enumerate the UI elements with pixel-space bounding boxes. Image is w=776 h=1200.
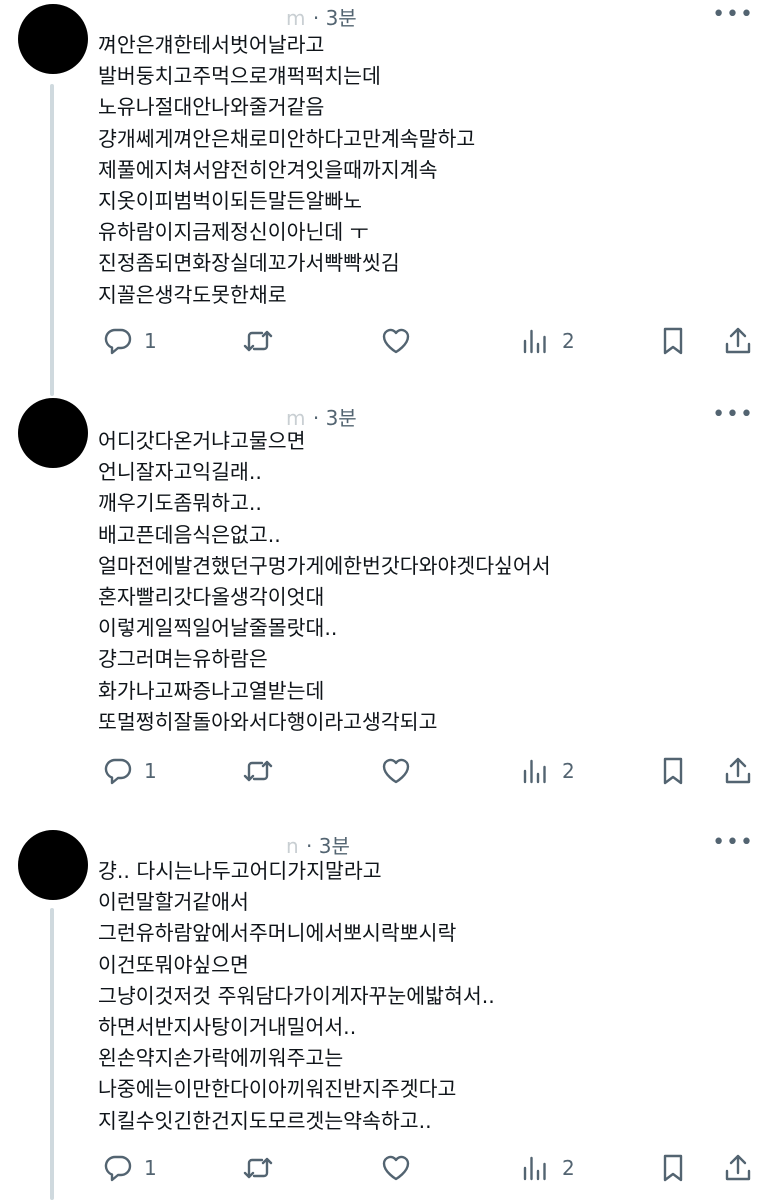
text-line: 언니잘자고익길래.. xyxy=(98,460,262,485)
text-line: 나중에는이만한다이아끼워진반지주겟다고 xyxy=(98,1077,457,1102)
like-button[interactable] xyxy=(380,751,412,791)
text-line: 걍그러며는유하람은 xyxy=(98,647,268,672)
share-icon xyxy=(725,327,751,354)
share-button[interactable] xyxy=(722,321,754,361)
heart-icon xyxy=(382,328,410,354)
handle[interactable]: n xyxy=(286,834,300,858)
like-button[interactable] xyxy=(380,1148,412,1188)
repost-button[interactable] xyxy=(242,1148,274,1188)
bookmark-button[interactable] xyxy=(657,1148,689,1188)
text-line: 어디갓다온거냐고물으면 xyxy=(98,429,306,453)
reply-count: 1 xyxy=(144,329,157,353)
reply-icon xyxy=(104,758,132,785)
text-line: 이런말할거같애서 xyxy=(98,890,249,915)
share-button[interactable] xyxy=(722,1148,754,1188)
text-line: 진정좀되면화장실데꼬가서빡빡씻김 xyxy=(98,251,400,276)
text-line: 그런유하람앞에서주머니에서뽀시락뽀시락 xyxy=(98,921,457,946)
reply-count: 1 xyxy=(144,1156,157,1180)
text-line: 지킬수잇긴한건지도모르겟는약속하고.. xyxy=(98,1108,432,1133)
views-count: 2 xyxy=(562,759,575,783)
repost-icon xyxy=(243,760,273,782)
more-icon[interactable]: ••• xyxy=(712,832,754,854)
bookmark-button[interactable] xyxy=(657,751,689,791)
action-bar: 1 2 xyxy=(0,1148,776,1188)
views-icon xyxy=(523,329,546,354)
text-line: 발버둥치고주먹으로걔퍽퍽치는데 xyxy=(98,64,381,89)
text-line: 얼마전에발견했던구멍가게에한번갓다와야겟다싶어서 xyxy=(98,553,551,578)
text-line: 배고픈데음식은없고.. xyxy=(98,522,281,547)
views-icon xyxy=(523,759,546,784)
heart-icon xyxy=(382,1155,410,1181)
avatar[interactable] xyxy=(18,830,88,900)
like-button[interactable] xyxy=(380,321,412,361)
views-icon xyxy=(523,1156,546,1181)
repost-button[interactable] xyxy=(242,751,274,791)
views-button[interactable]: 2 xyxy=(520,1148,575,1188)
text-line: 걍개쎄게껴안은채로미안하다고만계속말하고 xyxy=(98,126,476,151)
reply-count: 1 xyxy=(144,759,157,783)
bookmark-icon xyxy=(663,327,683,355)
views-count: 2 xyxy=(562,1156,575,1180)
text-line: 그냥이것저것 주워담다가이게자꾸눈에밟혀서.. xyxy=(98,983,495,1008)
text-line: 노유나절대안나와줄거같음 xyxy=(98,95,325,120)
views-count: 2 xyxy=(562,329,575,353)
text-line: 이렇게일찍일어날줄몰랏대.. xyxy=(98,616,338,641)
reply-icon xyxy=(104,328,132,355)
share-icon xyxy=(725,757,751,784)
reply-button[interactable]: 1 xyxy=(102,751,157,791)
share-icon xyxy=(725,1154,751,1181)
text-line: 왼손약지손가락에끼워주고는 xyxy=(98,1046,344,1071)
repost-icon xyxy=(243,1157,273,1179)
text-line: 혼자빨리갓다올생각이엇대 xyxy=(98,584,325,609)
repost-icon xyxy=(243,330,273,352)
bookmark-button[interactable] xyxy=(657,321,689,361)
text-line: 유하람이지금제정신이아닌데 ㅜ xyxy=(98,220,369,245)
share-button[interactable] xyxy=(722,751,754,791)
action-bar: 1 2 xyxy=(0,751,776,791)
timestamp[interactable]: 3분 xyxy=(326,6,357,30)
text-line: 걍.. 다시는나두고어디가지말라고 xyxy=(98,859,382,883)
post-text: 껴안은걔한테서벗어날라고 발버둥치고주먹으로걔퍽퍽치는데 노유나절대안나와줄거같… xyxy=(98,30,475,311)
avatar[interactable] xyxy=(18,4,88,74)
post-2[interactable]: m · 3분 ••• 어디갓다온거냐고물으면 언니잘자고익길래.. 깨우기도좀뭐… xyxy=(0,398,776,820)
text-line: 지옷이피범벅이되든말든알빠노 xyxy=(98,188,363,213)
action-bar: 1 2 xyxy=(0,321,776,361)
text-line: 지꼴은생각도못한채로 xyxy=(98,282,287,307)
text-line: 깨우기도좀뭐하고.. xyxy=(98,491,262,516)
avatar[interactable] xyxy=(18,398,88,468)
reply-icon xyxy=(104,1155,132,1182)
views-button[interactable]: 2 xyxy=(520,321,575,361)
timestamp[interactable]: 3분 xyxy=(319,834,350,858)
text-line: 화가나고짜증나고열받는데 xyxy=(98,678,325,703)
bookmark-icon xyxy=(663,757,683,785)
reply-button[interactable]: 1 xyxy=(102,321,157,361)
text-line: 또멀쩡히잘돌아와서다행이라고생각되고 xyxy=(98,709,438,734)
more-icon[interactable]: ••• xyxy=(712,4,754,26)
post-3[interactable]: n · 3분 ••• 걍.. 다시는나두고어디가지말라고 이런말할거같애서 그런… xyxy=(0,828,776,1200)
handle[interactable]: m xyxy=(286,6,306,30)
views-button[interactable]: 2 xyxy=(520,751,575,791)
bookmark-icon xyxy=(663,1154,683,1182)
post-text: 어디갓다온거냐고물으면 언니잘자고익길래.. 깨우기도좀뭐하고.. 배고픈데음식… xyxy=(98,426,551,738)
heart-icon xyxy=(382,758,410,784)
text-line: 껴안은걔한테서벗어날라고 xyxy=(98,33,325,57)
reply-button[interactable]: 1 xyxy=(102,1148,157,1188)
more-icon[interactable]: ••• xyxy=(712,404,754,426)
repost-button[interactable] xyxy=(242,321,274,361)
post-text: 걍.. 다시는나두고어디가지말라고 이런말할거같애서 그런유하람앞에서주머니에서… xyxy=(98,856,495,1137)
text-line: 하면서반지사탕이거내밀어서.. xyxy=(98,1014,357,1039)
text-line: 제풀에지쳐서얌전히안겨잇을때까지계속 xyxy=(98,157,438,182)
post-meta: m · 3분 xyxy=(286,6,357,30)
post-1[interactable]: m · 3분 ••• 껴안은걔한테서벗어날라고 발버둥치고주먹으로걔퍽퍽치는데 … xyxy=(0,0,776,400)
text-line: 이건또뭐야싶으면 xyxy=(98,952,249,977)
post-meta: n · 3분 xyxy=(286,834,350,858)
